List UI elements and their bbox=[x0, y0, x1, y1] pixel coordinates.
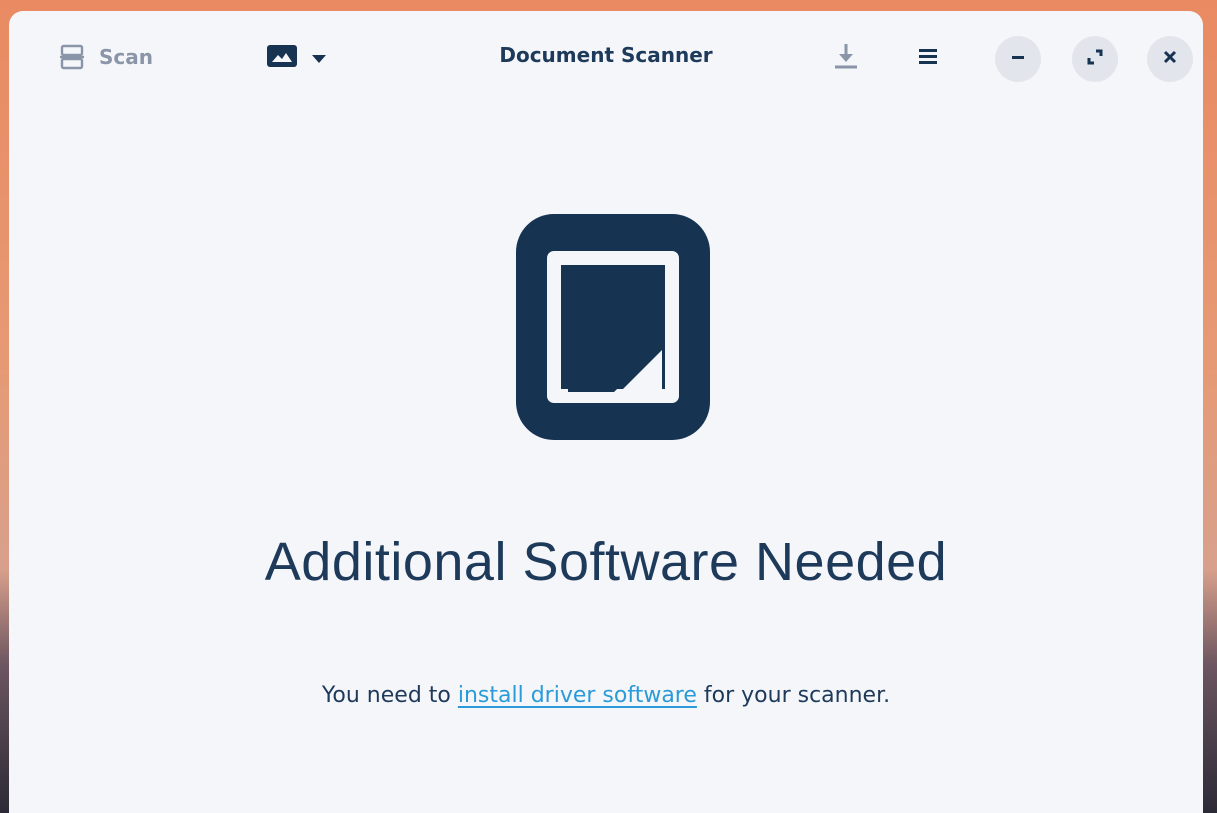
header-bar: Scan Document Scanner bbox=[9, 11, 1203, 106]
install-driver-link[interactable]: install driver software bbox=[458, 683, 697, 708]
document-type-menu-button[interactable] bbox=[259, 39, 335, 77]
main-menu-button[interactable] bbox=[911, 41, 945, 75]
minimize-icon bbox=[1010, 49, 1026, 69]
scan-button-label: Scan bbox=[99, 45, 153, 69]
minimize-button[interactable] bbox=[995, 36, 1041, 82]
chevron-down-icon bbox=[311, 49, 327, 68]
status-message: You need to install driver software for … bbox=[9, 683, 1203, 708]
document-scanner-window: Scan Document Scanner Additional Softwar… bbox=[9, 11, 1203, 813]
maximize-icon bbox=[1086, 48, 1104, 70]
document-scanner-icon bbox=[516, 214, 710, 440]
status-heading: Additional Software Needed bbox=[264, 532, 948, 592]
scan-button[interactable]: Scan bbox=[51, 37, 161, 77]
image-icon bbox=[267, 45, 297, 71]
status-message-prefix: You need to bbox=[321, 683, 458, 708]
close-button[interactable] bbox=[1147, 36, 1193, 82]
save-button[interactable] bbox=[829, 41, 863, 75]
close-icon bbox=[1162, 49, 1178, 69]
hamburger-menu-icon bbox=[918, 47, 938, 69]
download-icon bbox=[834, 42, 858, 74]
scanner-icon bbox=[59, 44, 85, 70]
status-message-suffix: for your scanner. bbox=[696, 683, 891, 708]
maximize-button[interactable] bbox=[1072, 36, 1118, 82]
